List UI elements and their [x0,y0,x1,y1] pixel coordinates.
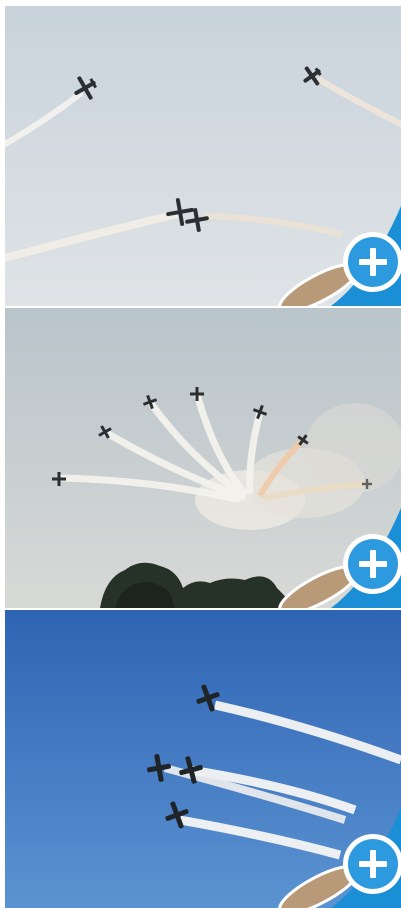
plus-magnifier-icon [278,206,401,306]
plus-magnifier-icon [278,508,401,608]
gallery-photo-1[interactable] [5,6,401,306]
gallery-photo-3[interactable] [5,610,401,908]
zoom-button[interactable] [261,206,401,306]
plus-magnifier-icon [278,808,401,908]
gallery-photo-2[interactable] [5,308,401,608]
zoom-button[interactable] [261,808,401,908]
zoom-button[interactable] [261,508,401,608]
photo-gallery [0,0,401,908]
